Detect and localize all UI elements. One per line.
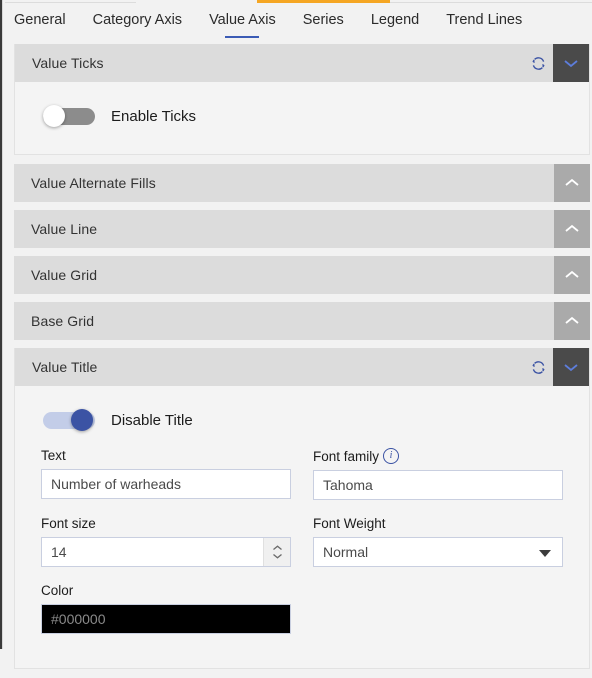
field-font-size: Font size — [41, 516, 291, 567]
tab-legend[interactable]: Legend — [371, 12, 419, 34]
disable-title-label: Disable Title — [111, 411, 193, 429]
section-value-grid: Value Grid — [14, 256, 590, 294]
tab-general[interactable]: General — [14, 12, 66, 34]
section-title: Value Grid — [31, 267, 98, 283]
section-expand-toggle-base-grid[interactable] — [554, 302, 590, 340]
tab-label: Legend — [370, 12, 420, 28]
section-title: Value Alternate Fills — [31, 175, 156, 191]
section-collapse-toggle-value-title[interactable] — [553, 348, 589, 386]
info-circle-icon[interactable]: i — [383, 448, 400, 464]
enable-ticks-toggle[interactable] — [43, 105, 95, 127]
tab-label: General — [14, 12, 66, 28]
section-collapse-toggle-value-ticks[interactable] — [553, 44, 589, 82]
field-font-weight: Font Weight — [313, 516, 563, 567]
refresh-reset-icon[interactable] — [523, 44, 553, 82]
color-input[interactable] — [41, 604, 291, 634]
tab-label: Trend Lines — [446, 12, 523, 28]
font-size-label: Font size — [41, 516, 96, 531]
spinner-up-icon — [272, 545, 282, 551]
settings-tabbar: General Category Axis Value Axis Series … — [3, 3, 592, 41]
field-color: Color — [41, 583, 291, 634]
section-value-alternate-fills: Value Alternate Fills — [14, 164, 590, 202]
section-body-value-title: Disable Title Text Font family i Font si… — [15, 386, 589, 668]
enable-ticks-label: Enable Ticks — [111, 107, 197, 125]
toggle-knob — [71, 409, 93, 431]
section-header-value-title[interactable]: Value Title — [15, 348, 589, 386]
disable-title-toggle[interactable] — [43, 409, 95, 431]
tab-label: Series — [302, 12, 344, 28]
section-expand-toggle-value-line[interactable] — [554, 210, 590, 248]
field-font-family: Font family i — [313, 448, 563, 500]
section-title: Value Line — [31, 221, 98, 237]
tab-value-axis[interactable]: Value Axis — [209, 12, 276, 34]
section-expand-toggle-value-alternate-fills[interactable] — [554, 164, 590, 202]
font-size-spinner-buttons[interactable] — [263, 538, 290, 566]
font-family-label-text: Font family — [313, 448, 380, 464]
enable-ticks-row: Enable Ticks — [33, 96, 571, 136]
refresh-reset-icon[interactable] — [523, 348, 553, 386]
section-body-value-ticks: Enable Ticks — [15, 82, 589, 154]
tab-series[interactable]: Series — [303, 12, 344, 34]
font-size-input[interactable] — [41, 537, 291, 567]
section-title: Value Ticks — [32, 55, 104, 71]
font-size-stepper — [41, 537, 291, 567]
section-title: Value Title — [32, 359, 98, 375]
value-title-form: Text Font family i Font size — [33, 440, 571, 650]
disable-title-row: Disable Title — [33, 400, 571, 440]
section-base-grid: Base Grid — [14, 302, 590, 340]
font-weight-label: Font Weight — [313, 516, 386, 531]
section-header-value-grid[interactable]: Value Grid — [14, 256, 590, 294]
section-header-value-ticks[interactable]: Value Ticks — [15, 44, 589, 82]
section-title: Base Grid — [31, 313, 95, 329]
font-family-label: Font family i — [313, 448, 563, 464]
section-value-ticks: Value Ticks Enable Ticks — [14, 44, 590, 155]
settings-content: Value Ticks Enable Ticks Value Alternate… — [3, 44, 592, 678]
section-header-value-line[interactable]: Value Line — [14, 210, 590, 248]
toggle-knob — [43, 105, 65, 127]
spinner-down-icon — [272, 553, 282, 559]
section-header-base-grid[interactable]: Base Grid — [14, 302, 590, 340]
font-family-input[interactable] — [313, 470, 563, 500]
tab-category-axis[interactable]: Category Axis — [93, 12, 182, 34]
font-weight-select-wrap — [313, 537, 563, 567]
field-text: Text — [41, 448, 291, 500]
font-weight-select[interactable] — [313, 537, 563, 567]
tab-label: Category Axis — [92, 12, 183, 28]
text-input[interactable] — [41, 469, 291, 499]
section-expand-toggle-value-grid[interactable] — [554, 256, 590, 294]
section-header-value-alternate-fills[interactable]: Value Alternate Fills — [14, 164, 590, 202]
section-value-line: Value Line — [14, 210, 590, 248]
tab-trend-lines[interactable]: Trend Lines — [446, 12, 522, 34]
tab-label: Value Axis — [209, 12, 276, 28]
color-label: Color — [41, 583, 74, 598]
text-label: Text — [41, 448, 66, 463]
section-value-title: Value Title Disable Title Text Number of… — [14, 348, 590, 669]
